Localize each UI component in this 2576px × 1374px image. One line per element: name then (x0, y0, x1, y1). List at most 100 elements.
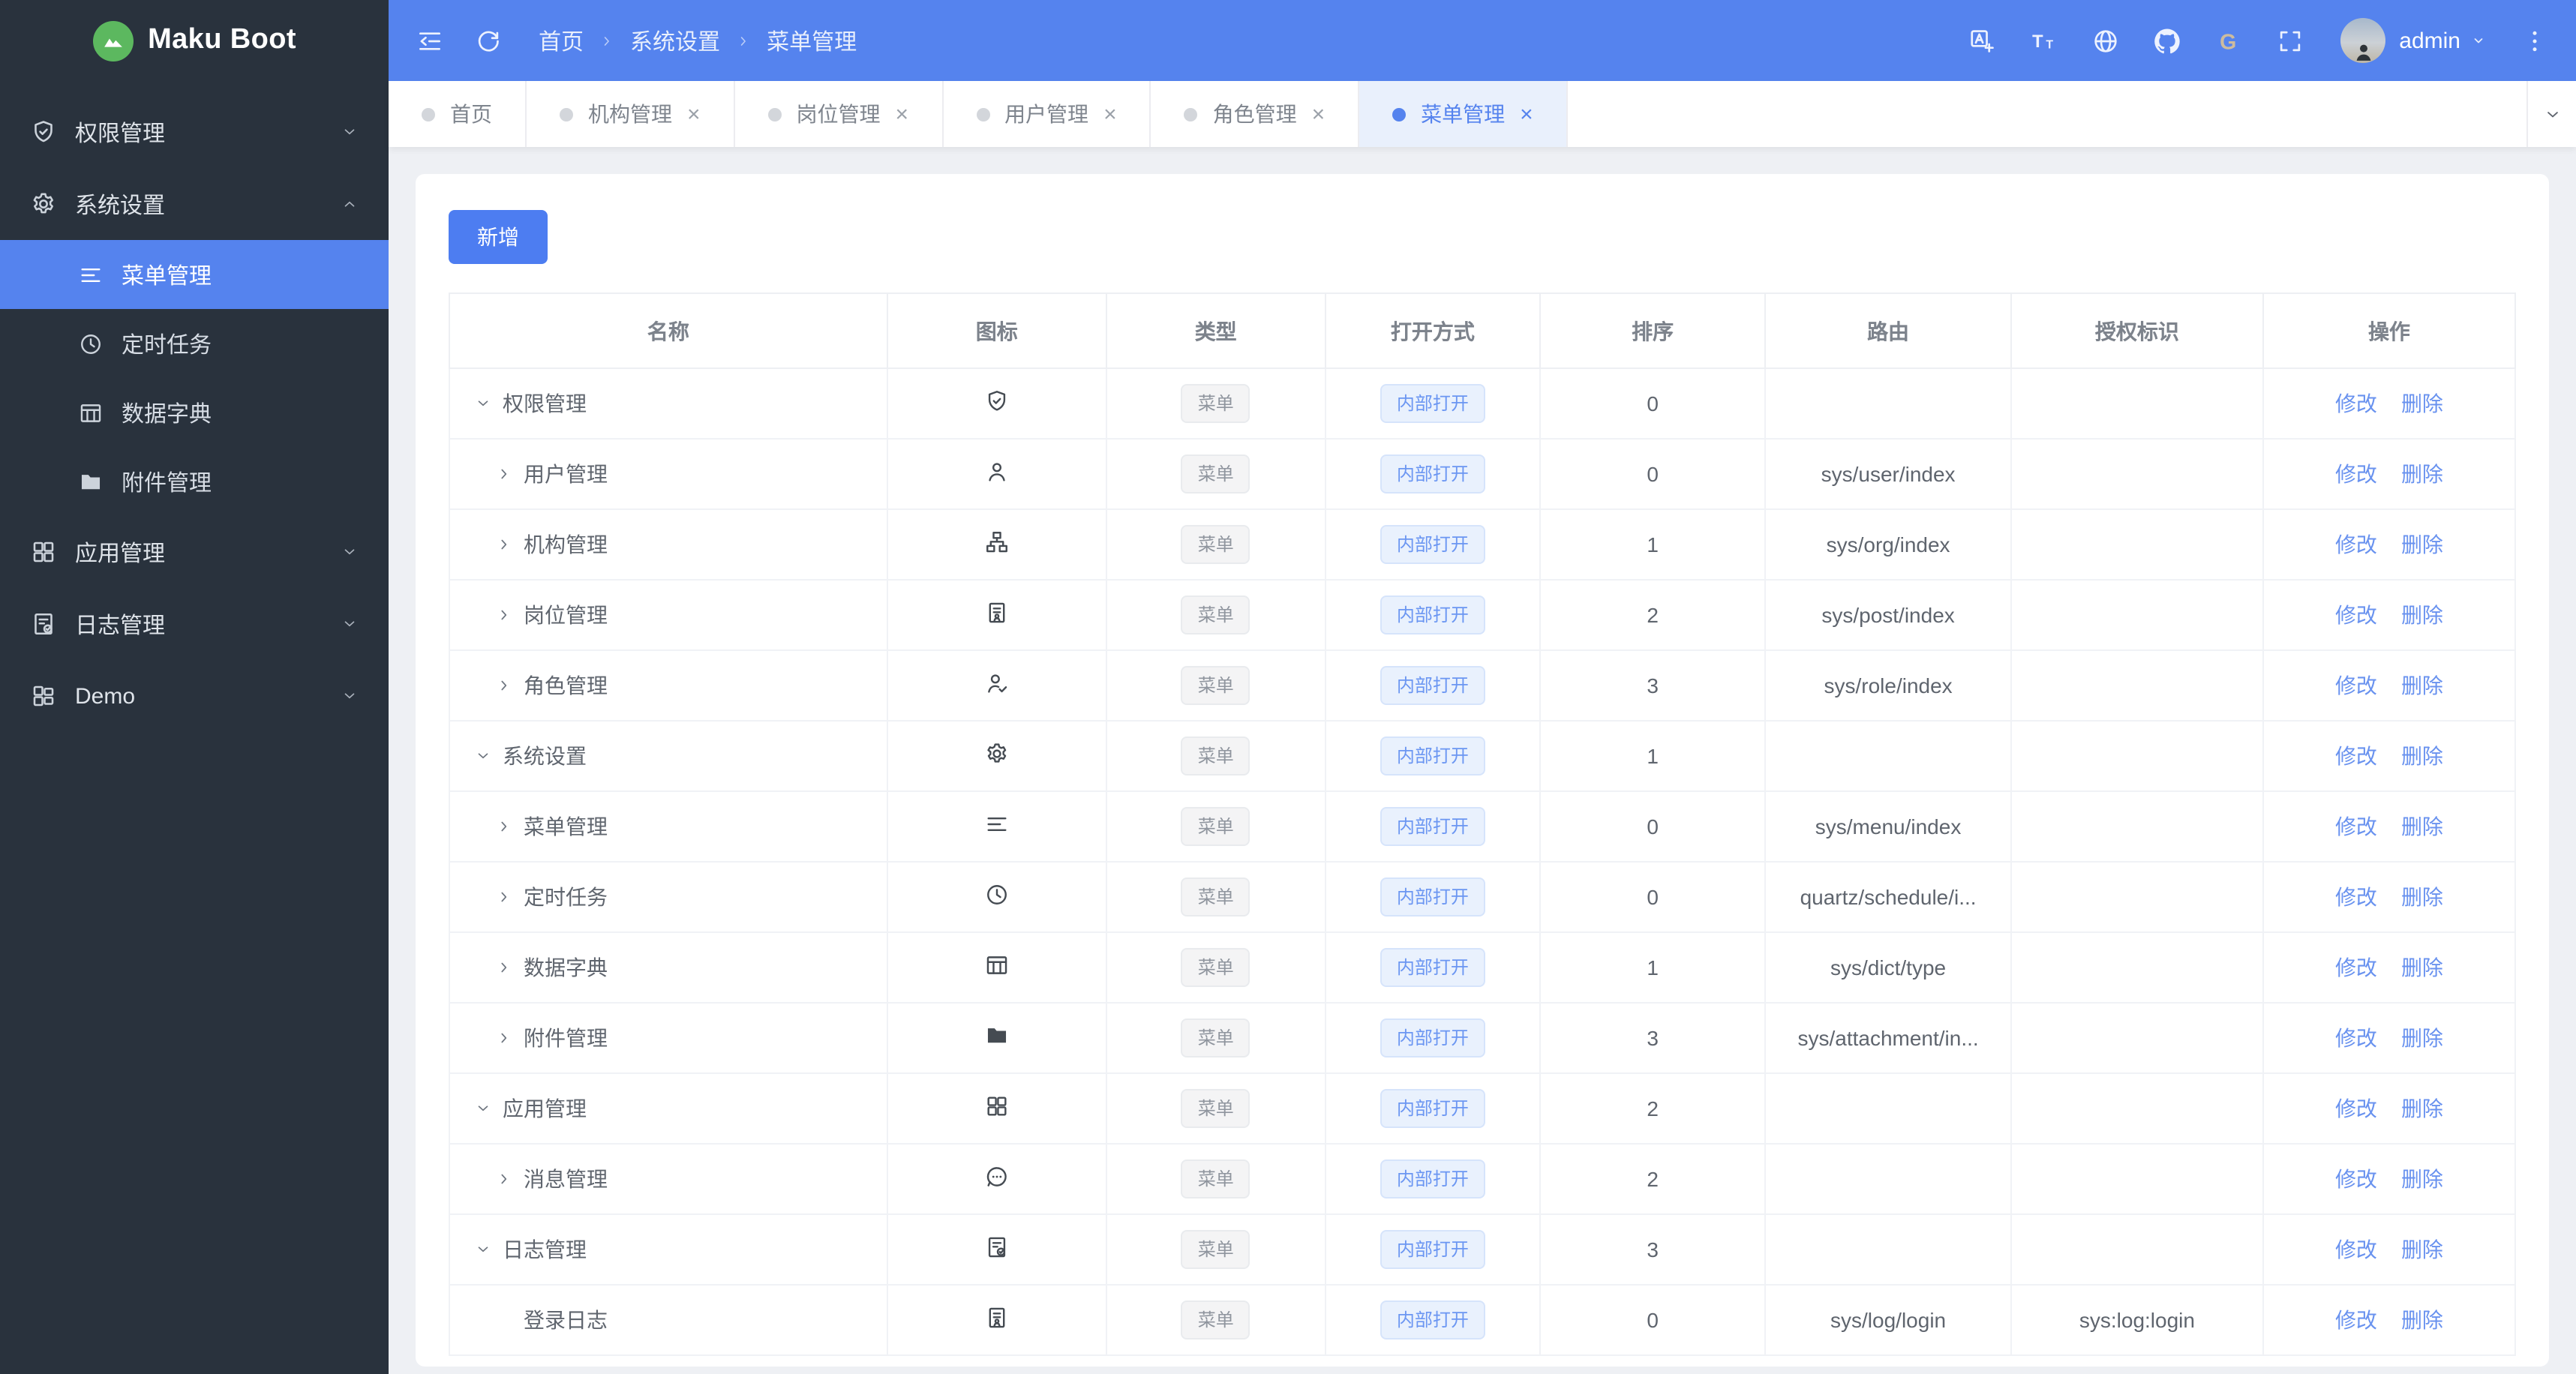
chevron-right-icon[interactable] (495, 676, 513, 694)
column-header: 类型 (1105, 292, 1326, 369)
delete-link[interactable]: 删除 (2401, 532, 2443, 556)
tab-角色管理[interactable]: 角色管理 × (1151, 81, 1360, 147)
menu-fold-button[interactable] (416, 26, 444, 55)
open-type-badge: 内部打开 (1380, 525, 1485, 564)
delete-link[interactable]: 删除 (2401, 1096, 2443, 1120)
tab-岗位管理[interactable]: 岗位管理 × (735, 81, 944, 147)
delete-link[interactable]: 删除 (2401, 1308, 2443, 1332)
tab-close-icon[interactable]: × (1520, 101, 1533, 127)
type-badge: 菜单 (1181, 666, 1250, 705)
sidebar-item[interactable]: 权限管理 (0, 96, 389, 168)
chevron-down-icon[interactable] (474, 747, 492, 765)
tab-菜单管理[interactable]: 菜单管理 × (1359, 81, 1568, 147)
delete-link[interactable]: 删除 (2401, 392, 2443, 416)
delete-link[interactable]: 删除 (2401, 885, 2443, 909)
translate-button[interactable] (1968, 26, 1997, 55)
tab-用户管理[interactable]: 用户管理 × (943, 81, 1151, 147)
github-button[interactable] (2153, 26, 2181, 55)
tab-close-icon[interactable]: × (687, 101, 701, 127)
chevron-right-icon[interactable] (495, 1170, 513, 1188)
globe-button[interactable] (2091, 26, 2120, 55)
sidebar-item[interactable]: 定时任务 (0, 309, 389, 378)
delete-link[interactable]: 删除 (2401, 814, 2443, 838)
tab-机构管理[interactable]: 机构管理 × (527, 81, 735, 147)
font-size-icon: TT (2030, 26, 2058, 55)
edit-link[interactable]: 修改 (2335, 956, 2377, 980)
sidebar-item[interactable]: Demo (0, 660, 389, 732)
chevron-right-icon[interactable] (495, 1029, 513, 1047)
sidebar-item[interactable]: 附件管理 (0, 447, 389, 516)
avatar[interactable] (2340, 18, 2386, 63)
chevron-right-icon[interactable] (495, 888, 513, 906)
sidebar-item-label: 日志管理 (75, 613, 166, 638)
github-icon (2153, 26, 2181, 55)
column-header: 打开方式 (1324, 292, 1542, 369)
breadcrumb-item[interactable]: 系统设置 (630, 25, 720, 56)
edit-link[interactable]: 修改 (2335, 814, 2377, 838)
logo-mountain-icon (92, 20, 134, 61)
edit-link[interactable]: 修改 (2335, 1167, 2377, 1191)
chevron-up-icon (341, 195, 359, 213)
tab-首页[interactable]: 首页 (389, 81, 527, 147)
refresh-button[interactable] (474, 26, 503, 55)
tab-label: 角色管理 (1212, 102, 1297, 126)
sidebar-item[interactable]: 数据字典 (0, 378, 389, 447)
chevron-right-icon[interactable] (495, 606, 513, 624)
edit-link[interactable]: 修改 (2335, 532, 2377, 556)
auth-value (2010, 1002, 2264, 1074)
delete-link[interactable]: 删除 (2401, 1026, 2443, 1050)
more-menu-button[interactable] (2520, 26, 2549, 55)
sidebar-item[interactable]: 系统设置 (0, 168, 389, 240)
breadcrumb-item[interactable]: 首页 (539, 25, 584, 56)
sidebar-item[interactable]: 日志管理 (0, 588, 389, 660)
chevron-down-icon[interactable] (474, 1100, 492, 1118)
delete-link[interactable]: 删除 (2401, 603, 2443, 627)
chevron-right-icon[interactable] (495, 958, 513, 976)
breadcrumb-item[interactable]: 菜单管理 (767, 25, 857, 56)
edit-link[interactable]: 修改 (2335, 1026, 2377, 1050)
sidebar-item-label: 数据字典 (122, 401, 212, 427)
edit-link[interactable]: 修改 (2335, 603, 2377, 627)
edit-link[interactable]: 修改 (2335, 1238, 2377, 1262)
delete-link[interactable]: 删除 (2401, 1167, 2443, 1191)
auth-value: sys:log:login (2010, 1284, 2264, 1356)
tab-close-icon[interactable]: × (896, 101, 909, 127)
tab-close-icon[interactable]: × (1312, 101, 1326, 127)
edit-link[interactable]: 修改 (2335, 1096, 2377, 1120)
chevron-down-icon[interactable] (474, 1240, 492, 1258)
edit-link[interactable]: 修改 (2335, 885, 2377, 909)
type-badge: 菜单 (1181, 525, 1250, 564)
edit-link[interactable]: 修改 (2335, 744, 2377, 768)
table-row: 数据字典 菜单 内部打开 1 sys/dict/type 修改 删除 (449, 932, 2517, 1004)
edit-link[interactable]: 修改 (2335, 392, 2377, 416)
username[interactable]: admin (2399, 28, 2460, 53)
tab-dot (976, 107, 990, 121)
refresh-icon (474, 26, 503, 55)
sidebar-item[interactable]: 应用管理 (0, 516, 389, 588)
gitee-button[interactable]: G (2214, 26, 2243, 55)
menu-lines-icon (78, 262, 104, 287)
chevron-right-icon[interactable] (495, 536, 513, 554)
chevron-right-icon[interactable] (495, 465, 513, 483)
sidebar-item[interactable]: 菜单管理 (0, 240, 389, 309)
delete-link[interactable]: 删除 (2401, 1238, 2443, 1262)
edit-link[interactable]: 修改 (2335, 462, 2377, 486)
edit-link[interactable]: 修改 (2335, 1308, 2377, 1332)
row-name: 用户管理 (524, 462, 608, 486)
delete-link[interactable]: 删除 (2401, 956, 2443, 980)
edit-link[interactable]: 修改 (2335, 674, 2377, 698)
chevron-down-icon[interactable] (474, 394, 492, 412)
fullscreen-button[interactable] (2276, 26, 2304, 55)
font-size-button[interactable]: TT (2030, 26, 2058, 55)
tab-overflow-button[interactable] (2526, 81, 2576, 147)
breadcrumb: 首页 系统设置 菜单管理 (539, 25, 857, 56)
delete-link[interactable]: 删除 (2401, 744, 2443, 768)
caret-down-icon[interactable] (2469, 32, 2487, 50)
dict-table-icon (78, 400, 104, 425)
delete-link[interactable]: 删除 (2401, 674, 2443, 698)
add-button[interactable]: 新增 (449, 210, 548, 264)
delete-link[interactable]: 删除 (2401, 462, 2443, 486)
chevron-right-icon[interactable] (495, 818, 513, 836)
tab-close-icon[interactable]: × (1103, 101, 1117, 127)
sort-value: 0 (1539, 861, 1767, 933)
